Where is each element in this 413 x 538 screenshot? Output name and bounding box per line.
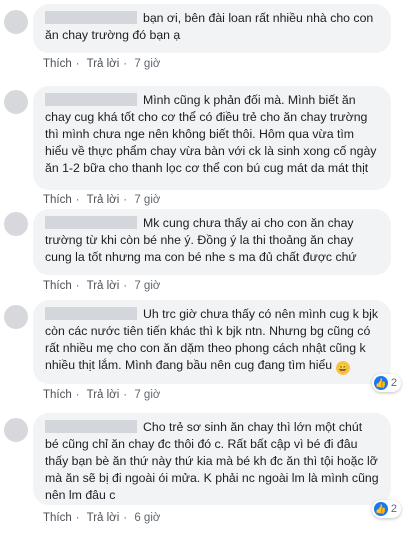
commenter-name[interactable] bbox=[45, 216, 137, 229]
commenter-name[interactable] bbox=[45, 11, 137, 24]
comment-timestamp[interactable]: 6 giờ bbox=[134, 512, 160, 524]
comment-timestamp[interactable]: 7 giờ bbox=[134, 194, 160, 206]
comment-actions: Thích · Trả lời · 7 giờ bbox=[43, 280, 161, 292]
commenter-name[interactable] bbox=[45, 307, 137, 320]
reply-button[interactable]: Trả lời bbox=[87, 194, 120, 206]
comment-timestamp[interactable]: 7 giờ bbox=[134, 280, 160, 292]
reply-button[interactable]: Trả lời bbox=[87, 389, 120, 401]
comment-actions: Thích · Trả lời · 7 giờ bbox=[43, 58, 161, 70]
comment-timestamp[interactable]: 7 giờ bbox=[134, 389, 160, 401]
comment-bubble: Mk cung chưa thấy ai cho con ăn chay trư… bbox=[33, 209, 391, 275]
comment-actions: Thích · Trả lời · 6 giờ bbox=[43, 512, 161, 524]
avatar[interactable] bbox=[4, 90, 28, 114]
like-button[interactable]: Thích bbox=[43, 58, 72, 70]
reaction-count: 2 bbox=[390, 377, 397, 389]
avatar[interactable] bbox=[4, 305, 28, 329]
like-icon: 👍 bbox=[373, 376, 388, 390]
commenter-name[interactable] bbox=[45, 93, 137, 106]
reaction-badge[interactable]: 👍 2 bbox=[371, 374, 401, 392]
like-button[interactable]: Thích bbox=[43, 389, 72, 401]
like-button[interactable]: Thích bbox=[43, 512, 72, 524]
comment-bubble: Mình cũng k phản đối mà. Mình biết ăn ch… bbox=[33, 86, 391, 190]
reaction-count: 2 bbox=[390, 503, 397, 515]
comment-actions: Thích · Trả lời · 7 giờ bbox=[43, 194, 161, 206]
comment-bubble: Uh trc giờ chưa thấy có nên mình cug k b… bbox=[33, 300, 391, 384]
comment-bubble: Cho trẻ sơ sinh ăn chay thì lớn một chút… bbox=[33, 413, 391, 505]
avatar[interactable] bbox=[4, 212, 28, 236]
reaction-badge[interactable]: 👍 2 bbox=[371, 500, 401, 518]
commenter-name[interactable] bbox=[45, 420, 137, 433]
like-button[interactable]: Thích bbox=[43, 194, 72, 206]
comment-bubble: bạn ơi, bên đài loan rất nhiều nhà cho c… bbox=[33, 4, 391, 53]
smile-emoji-icon: 😄 bbox=[335, 361, 350, 375]
avatar[interactable] bbox=[4, 10, 28, 34]
reply-button[interactable]: Trả lời bbox=[87, 512, 120, 524]
like-icon: 👍 bbox=[373, 502, 388, 516]
comment-timestamp[interactable]: 7 giờ bbox=[134, 58, 160, 70]
comment-actions: Thích · Trả lời · 7 giờ bbox=[43, 389, 161, 401]
reply-button[interactable]: Trả lời bbox=[87, 280, 120, 292]
like-button[interactable]: Thích bbox=[43, 280, 72, 292]
avatar[interactable] bbox=[4, 418, 28, 442]
reply-button[interactable]: Trả lời bbox=[87, 58, 120, 70]
